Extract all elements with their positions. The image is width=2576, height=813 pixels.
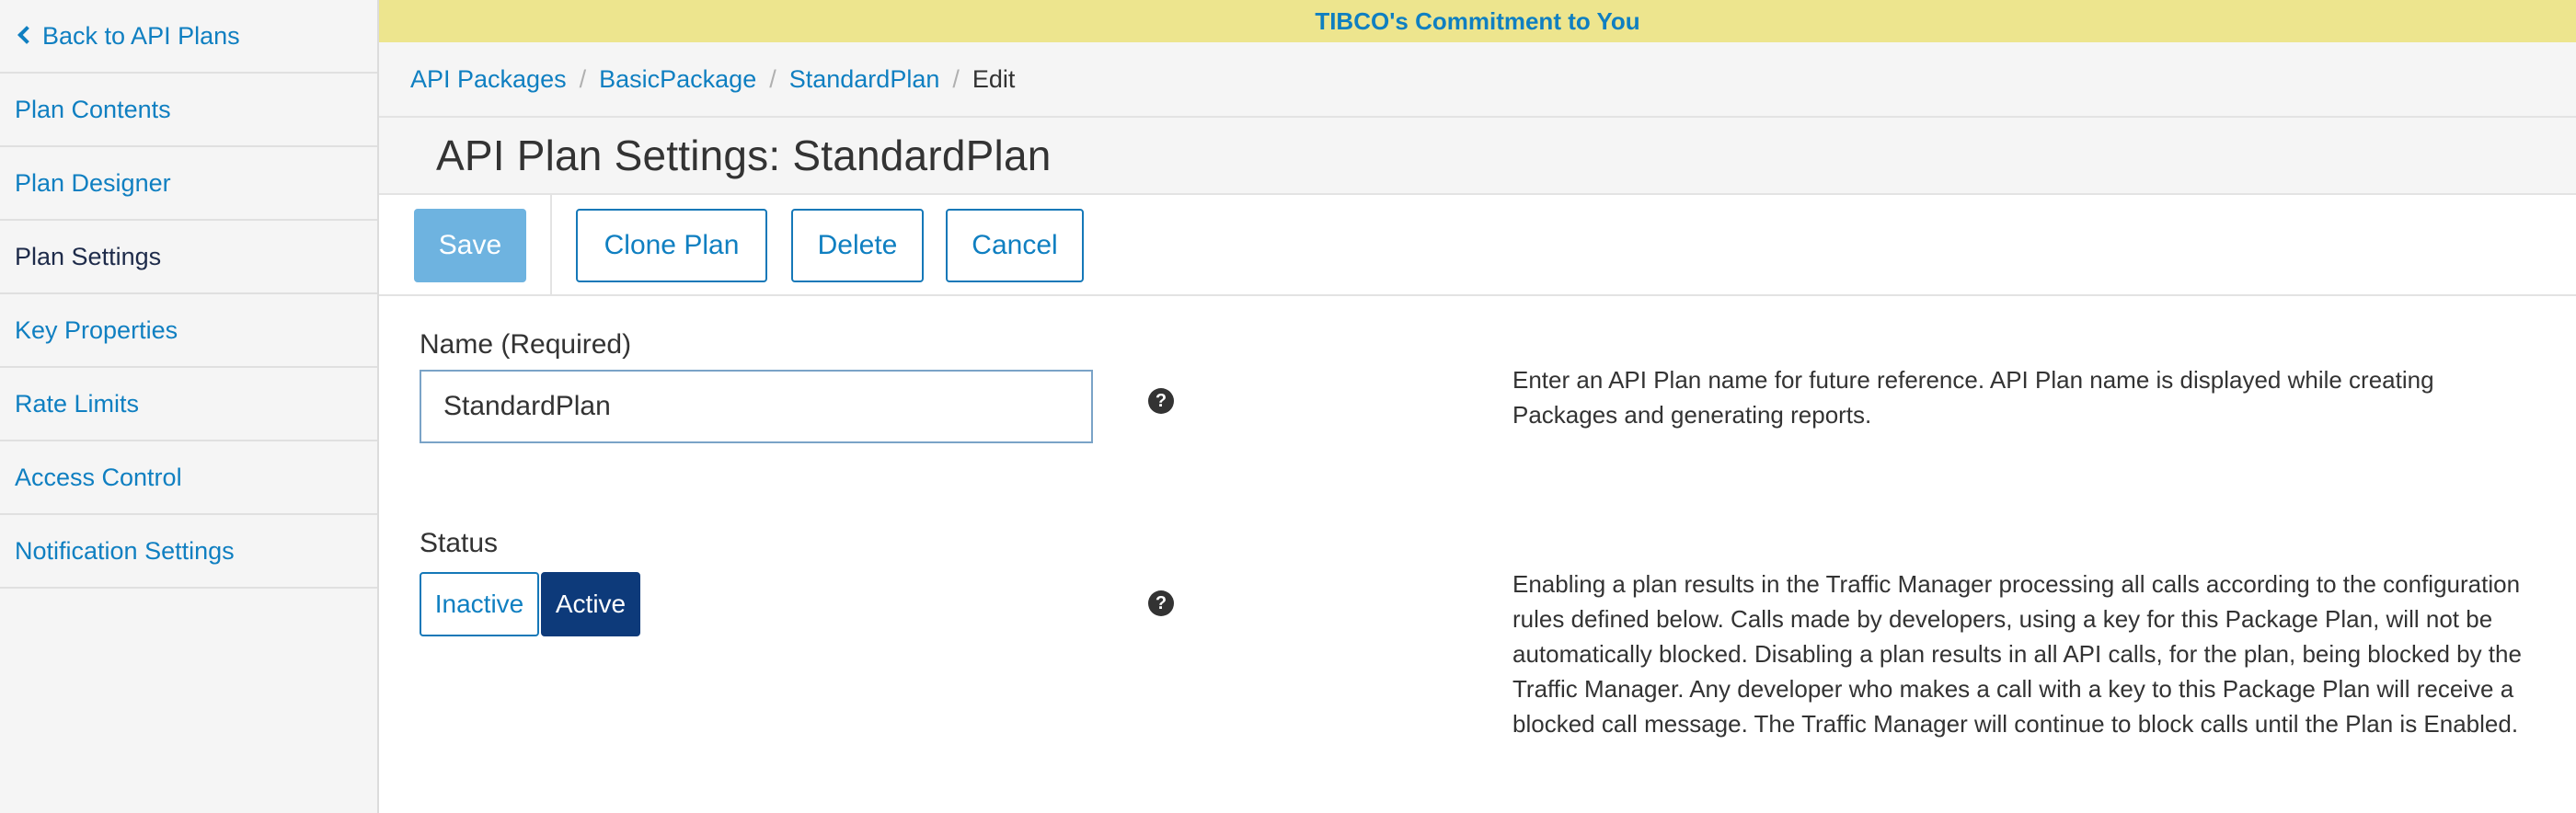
breadcrumb: API Packages / BasicPackage / StandardPl… [379,42,2576,118]
sidebar-item-key-properties[interactable]: Key Properties [0,294,377,368]
status-help-text: Enabling a plan results in the Traffic M… [1512,570,2522,738]
sidebar: Back to API Plans Plan Contents Plan Des… [0,0,379,813]
sidebar-item-plan-settings[interactable]: Plan Settings [0,221,377,294]
sidebar-item-rate-limits[interactable]: Rate Limits [0,368,377,441]
action-toolbar: Save Clone Plan Delete Cancel [379,195,2576,296]
name-field-label: Name (Required) [420,329,632,360]
sidebar-item-access-control[interactable]: Access Control [0,441,377,515]
breadcrumb-separator: / [952,64,960,93]
sidebar-item-plan-contents[interactable]: Plan Contents [0,74,377,147]
breadcrumb-api-packages[interactable]: API Packages [410,65,567,94]
status-active-button[interactable]: Active [541,572,640,636]
commitment-banner-link[interactable]: TIBCO's Commitment to You [1315,7,1639,36]
page-title: API Plan Settings: StandardPlan [436,132,1052,179]
sidebar-item-plan-designer[interactable]: Plan Designer [0,147,377,221]
status-toggle-group: Inactive Active [420,572,640,636]
page-title-bar: API Plan Settings: StandardPlan [379,118,2576,195]
chevron-left-icon [17,26,36,44]
toolbar-divider [550,195,552,296]
commitment-banner: TIBCO's Commitment to You [379,0,2576,42]
breadcrumb-separator: / [769,64,776,93]
status-field-label: Status [420,528,499,558]
clone-plan-button[interactable]: Clone Plan [576,209,767,282]
breadcrumb-current: Edit [972,64,1016,93]
cancel-button[interactable]: Cancel [946,209,1084,282]
back-to-api-plans-link[interactable]: Back to API Plans [0,0,377,74]
breadcrumb-basic-package[interactable]: BasicPackage [599,65,756,94]
status-inactive-button[interactable]: Inactive [420,572,539,636]
question-circle-icon[interactable]: ? [1148,388,1174,414]
name-input[interactable] [420,370,1093,443]
breadcrumb-standard-plan[interactable]: StandardPlan [789,65,940,94]
back-link-label: Back to API Plans [42,21,240,50]
question-circle-icon[interactable]: ? [1148,590,1174,616]
name-help-text: Enter an API Plan name for future refere… [1512,366,2434,429]
sidebar-item-notification-settings[interactable]: Notification Settings [0,515,377,589]
save-button[interactable]: Save [414,209,526,282]
delete-button[interactable]: Delete [791,209,924,282]
plan-settings-form: Name (Required) ? Enter an API Plan name… [379,296,2576,813]
breadcrumb-separator: / [579,64,587,93]
